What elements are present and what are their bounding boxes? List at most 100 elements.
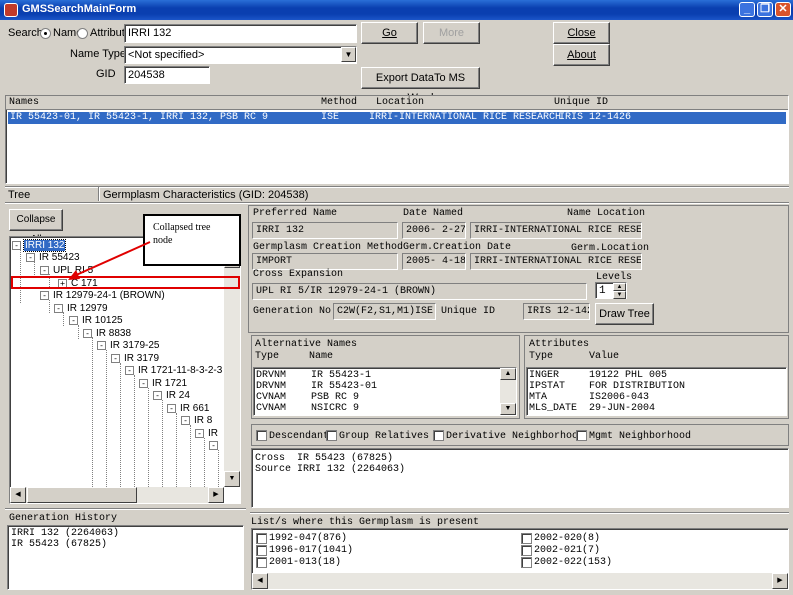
- list-item[interactable]: IR 55423-01: [311, 381, 377, 392]
- tree-horizontal-scrollbar[interactable]: ◀ ▶: [10, 487, 224, 503]
- tree-node[interactable]: - IR 1721: [139, 378, 188, 390]
- list-checkbox[interactable]: [256, 557, 267, 568]
- collapse-icon[interactable]: -: [111, 354, 120, 363]
- attribute-radio[interactable]: [77, 28, 88, 39]
- tree-node[interactable]: - IR: [195, 428, 219, 440]
- list-item[interactable]: FOR DISTRIBUTION: [589, 381, 685, 392]
- tree-vertical-scrollbar[interactable]: ▲ ▼: [224, 237, 240, 487]
- list-checkbox[interactable]: [256, 545, 267, 556]
- collapse-icon[interactable]: -: [153, 391, 162, 400]
- maximize-button[interactable]: ❐: [757, 2, 773, 17]
- tree-node[interactable]: -: [209, 440, 223, 452]
- list-item[interactable]: 2002-021(7): [534, 545, 600, 556]
- list-item[interactable]: CVNAM: [256, 392, 286, 403]
- export-word-button[interactable]: Export DataTo MS Word: [361, 67, 480, 104]
- list-item[interactable]: MTA: [529, 392, 547, 403]
- list-item[interactable]: IS2006-043: [589, 392, 649, 403]
- collapse-icon[interactable]: -: [54, 304, 63, 313]
- scroll-right-icon[interactable]: ▶: [772, 573, 788, 589]
- table-row[interactable]: IR 55423-01, IR 55423-1, IRRI 132, PSB R…: [8, 112, 786, 124]
- collapse-icon[interactable]: -: [195, 429, 204, 438]
- chevron-down-icon[interactable]: ▼: [341, 47, 356, 62]
- draw-tree-button[interactable]: Draw Tree: [595, 303, 654, 325]
- list-item[interactable]: CVNAM: [256, 403, 286, 414]
- list-item[interactable]: 2002-022(153): [534, 557, 612, 568]
- col-method[interactable]: Method: [321, 97, 357, 108]
- spin-up-icon[interactable]: ▲: [613, 283, 626, 291]
- collapse-icon[interactable]: -: [125, 366, 134, 375]
- collapse-icon[interactable]: -: [69, 316, 78, 325]
- tree-node[interactable]: - IR 3179-25: [97, 340, 160, 352]
- list-item[interactable]: PSB RC 9: [311, 392, 359, 403]
- list-checkbox[interactable]: [521, 545, 532, 556]
- alt-names-scrollbar[interactable]: ▲ ▼: [500, 368, 516, 415]
- list-checkbox[interactable]: [521, 557, 532, 568]
- more-button[interactable]: More: [423, 22, 480, 44]
- gid-input[interactable]: 204538: [124, 66, 210, 84]
- name-type-select[interactable]: <Not specified>: [124, 46, 357, 64]
- collapse-icon[interactable]: -: [97, 341, 106, 350]
- collapse-icon[interactable]: -: [40, 266, 49, 275]
- attributes-list[interactable]: INGER 19122 PHL 005 IPSTAT FOR DISTRIBUT…: [526, 367, 787, 416]
- scroll-right-icon[interactable]: ▶: [208, 487, 224, 503]
- generation-history-list[interactable]: IRRI 132 (2264063) IR 55423 (67825): [7, 525, 244, 590]
- tree-node[interactable]: - IR 8: [181, 415, 213, 427]
- list-item[interactable]: IR 55423 (67825): [11, 539, 107, 550]
- list-item[interactable]: 1992-047(876): [269, 533, 347, 544]
- tree-node[interactable]: - IR 12979-24-1 (BROWN): [40, 290, 166, 302]
- list-item[interactable]: 19122 PHL 005: [589, 370, 667, 381]
- col-names[interactable]: Names: [9, 97, 39, 108]
- scroll-thumb[interactable]: [27, 487, 137, 503]
- col-unique-id[interactable]: Unique ID: [554, 97, 608, 108]
- collapse-icon[interactable]: -: [167, 404, 176, 413]
- tree-node[interactable]: - IR 8838: [83, 328, 132, 340]
- list-item[interactable]: 2002-020(8): [534, 533, 600, 544]
- tree-node[interactable]: - IR 3179: [111, 353, 160, 365]
- list-item[interactable]: MLS_DATE: [529, 403, 577, 414]
- collapse-icon[interactable]: -: [40, 291, 49, 300]
- close-window-button[interactable]: ✕: [775, 2, 791, 17]
- list-item[interactable]: INGER: [529, 370, 559, 381]
- collapse-icon[interactable]: -: [26, 253, 35, 262]
- tree-node[interactable]: - IRRI 132: [12, 239, 67, 252]
- descendants-checkbox[interactable]: [256, 430, 267, 441]
- collapse-all-button[interactable]: Collapse All: [9, 209, 63, 245]
- lists-box[interactable]: 1992-047(876) 1996-017(1041) 2001-013(18…: [251, 528, 789, 590]
- list-checkbox[interactable]: [521, 533, 532, 544]
- collapse-icon[interactable]: -: [12, 241, 21, 250]
- list-checkbox[interactable]: [256, 533, 267, 544]
- cross-info-box[interactable]: Cross IR 55423 (67825) Source IRRI 132 (…: [251, 448, 789, 508]
- tree-node[interactable]: - IR 1721-11-8-3-2-3: [125, 365, 223, 377]
- scroll-left-icon[interactable]: ◀: [10, 487, 26, 503]
- group-relatives-checkbox[interactable]: [326, 430, 337, 441]
- minimize-button[interactable]: _: [739, 2, 755, 17]
- list-item[interactable]: DRVNM: [256, 381, 286, 392]
- go-button[interactable]: Go: [361, 22, 418, 44]
- spin-down-icon[interactable]: ▼: [613, 291, 626, 299]
- lists-horizontal-scrollbar[interactable]: ◀ ▶: [252, 573, 788, 589]
- tree-node[interactable]: - IR 12979: [54, 303, 109, 315]
- list-item[interactable]: 29-JUN-2004: [589, 403, 655, 414]
- mgmt-neighborhood-checkbox[interactable]: [576, 430, 587, 441]
- list-item[interactable]: IR 55423-1: [311, 370, 371, 381]
- tree-node[interactable]: - IR 10125: [69, 315, 124, 327]
- scroll-down-icon[interactable]: ▼: [224, 471, 240, 487]
- list-item[interactable]: IRRI 132 (2264063): [11, 528, 119, 539]
- col-location[interactable]: Location: [376, 97, 424, 108]
- collapse-icon[interactable]: -: [139, 379, 148, 388]
- alt-names-list[interactable]: DRVNM IR 55423-1 DRVNM IR 55423-01 CVNAM…: [253, 367, 517, 416]
- list-item[interactable]: 2001-013(18): [269, 557, 341, 568]
- derivative-neighborhood-checkbox[interactable]: [433, 430, 444, 441]
- close-button[interactable]: Close: [553, 22, 610, 44]
- collapse-icon[interactable]: -: [181, 416, 190, 425]
- scroll-up-icon[interactable]: ▲: [500, 368, 516, 380]
- scroll-left-icon[interactable]: ◀: [252, 573, 268, 589]
- search-input[interactable]: IRRI 132: [124, 24, 357, 43]
- results-list[interactable]: Names Method Location Unique ID IR 55423…: [5, 95, 789, 184]
- list-item[interactable]: DRVNM: [256, 370, 286, 381]
- list-item[interactable]: NSICRC 9: [311, 403, 359, 414]
- tree-node[interactable]: - IR 24: [153, 390, 191, 402]
- collapse-icon[interactable]: -: [209, 441, 218, 450]
- list-item[interactable]: IPSTAT: [529, 381, 565, 392]
- about-button[interactable]: About: [553, 44, 610, 66]
